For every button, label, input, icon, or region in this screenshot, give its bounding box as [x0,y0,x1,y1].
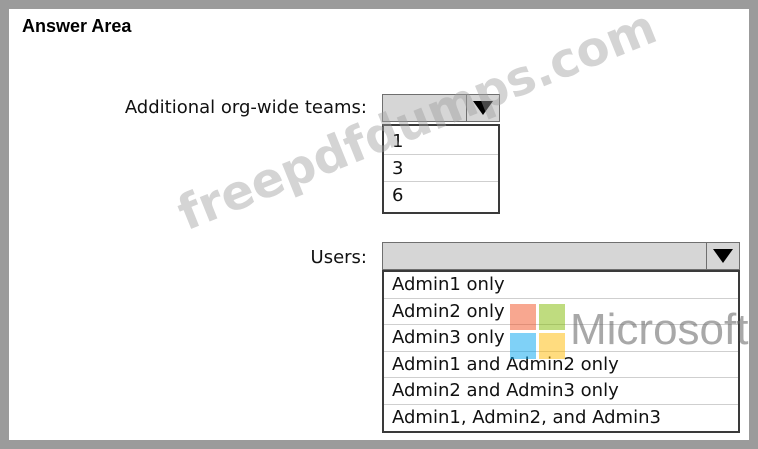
users-option[interactable]: Admin2 and Admin3 only [384,378,738,405]
users-option[interactable]: Admin3 only [384,325,738,352]
users-dropdown[interactable] [382,242,740,270]
teams-dropdown[interactable] [382,94,500,122]
chevron-down-icon [473,101,493,115]
users-dropdown-toggle[interactable] [706,243,739,269]
teams-options-list: 1 3 6 [382,124,500,214]
answer-area-title: Answer Area [22,16,132,36]
users-option[interactable]: Admin1, Admin2, and Admin3 [384,405,738,432]
teams-dropdown-toggle[interactable] [466,95,499,121]
teams-option[interactable]: 6 [384,182,498,209]
users-option[interactable]: Admin2 only [384,299,738,325]
users-options-list: Admin1 only Admin2 only Admin3 only Admi… [382,270,740,433]
teams-label: Additional org-wide teams: [124,97,367,118]
users-label: Users: [310,247,367,268]
users-option[interactable]: Admin1 and Admin2 only [384,352,738,378]
teams-option[interactable]: 3 [384,155,498,182]
users-option[interactable]: Admin1 only [384,272,738,299]
teams-option[interactable]: 1 [384,128,498,155]
chevron-down-icon [713,249,733,263]
